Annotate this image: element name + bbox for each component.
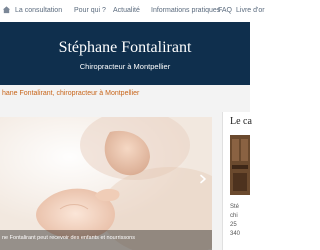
site-subtitle: Chiropracteur à Montpellier — [79, 62, 171, 71]
top-navigation: La consultation Pour qui ? Actualité Inf… — [0, 0, 265, 23]
nav-item-pour-qui[interactable]: Pour qui ? — [74, 6, 106, 15]
nav-item-faq[interactable]: FAQ — [218, 6, 232, 15]
sidebar-title: Le ca — [230, 116, 252, 127]
chevron-right-icon[interactable] — [198, 174, 208, 184]
nav-item-consultation[interactable]: La consultation — [15, 6, 62, 15]
sidebar-line-postcode: 340 — [230, 231, 241, 237]
nav-item-actualite[interactable]: Actualité — [113, 6, 140, 15]
site-title[interactable]: Stéphane Fontalirant — [0, 38, 250, 58]
home-icon[interactable] — [2, 5, 11, 14]
sidebar-photo — [230, 135, 250, 195]
sidebar-line-profession: chi — [230, 213, 238, 219]
nav-item-informations-pratiques[interactable]: Informations pratiques — [151, 6, 220, 15]
slide-caption: ne Fontalirant peut recevoir des enfants… — [2, 235, 135, 241]
sidebar-line-name: Sté — [230, 204, 240, 210]
breadcrumb: hane Fontalirant, chiropracteur à Montpe… — [2, 90, 140, 97]
nav-item-livre-dor[interactable]: Livre d'or — [236, 6, 265, 15]
sidebar-line-address: 25 — [230, 222, 237, 228]
